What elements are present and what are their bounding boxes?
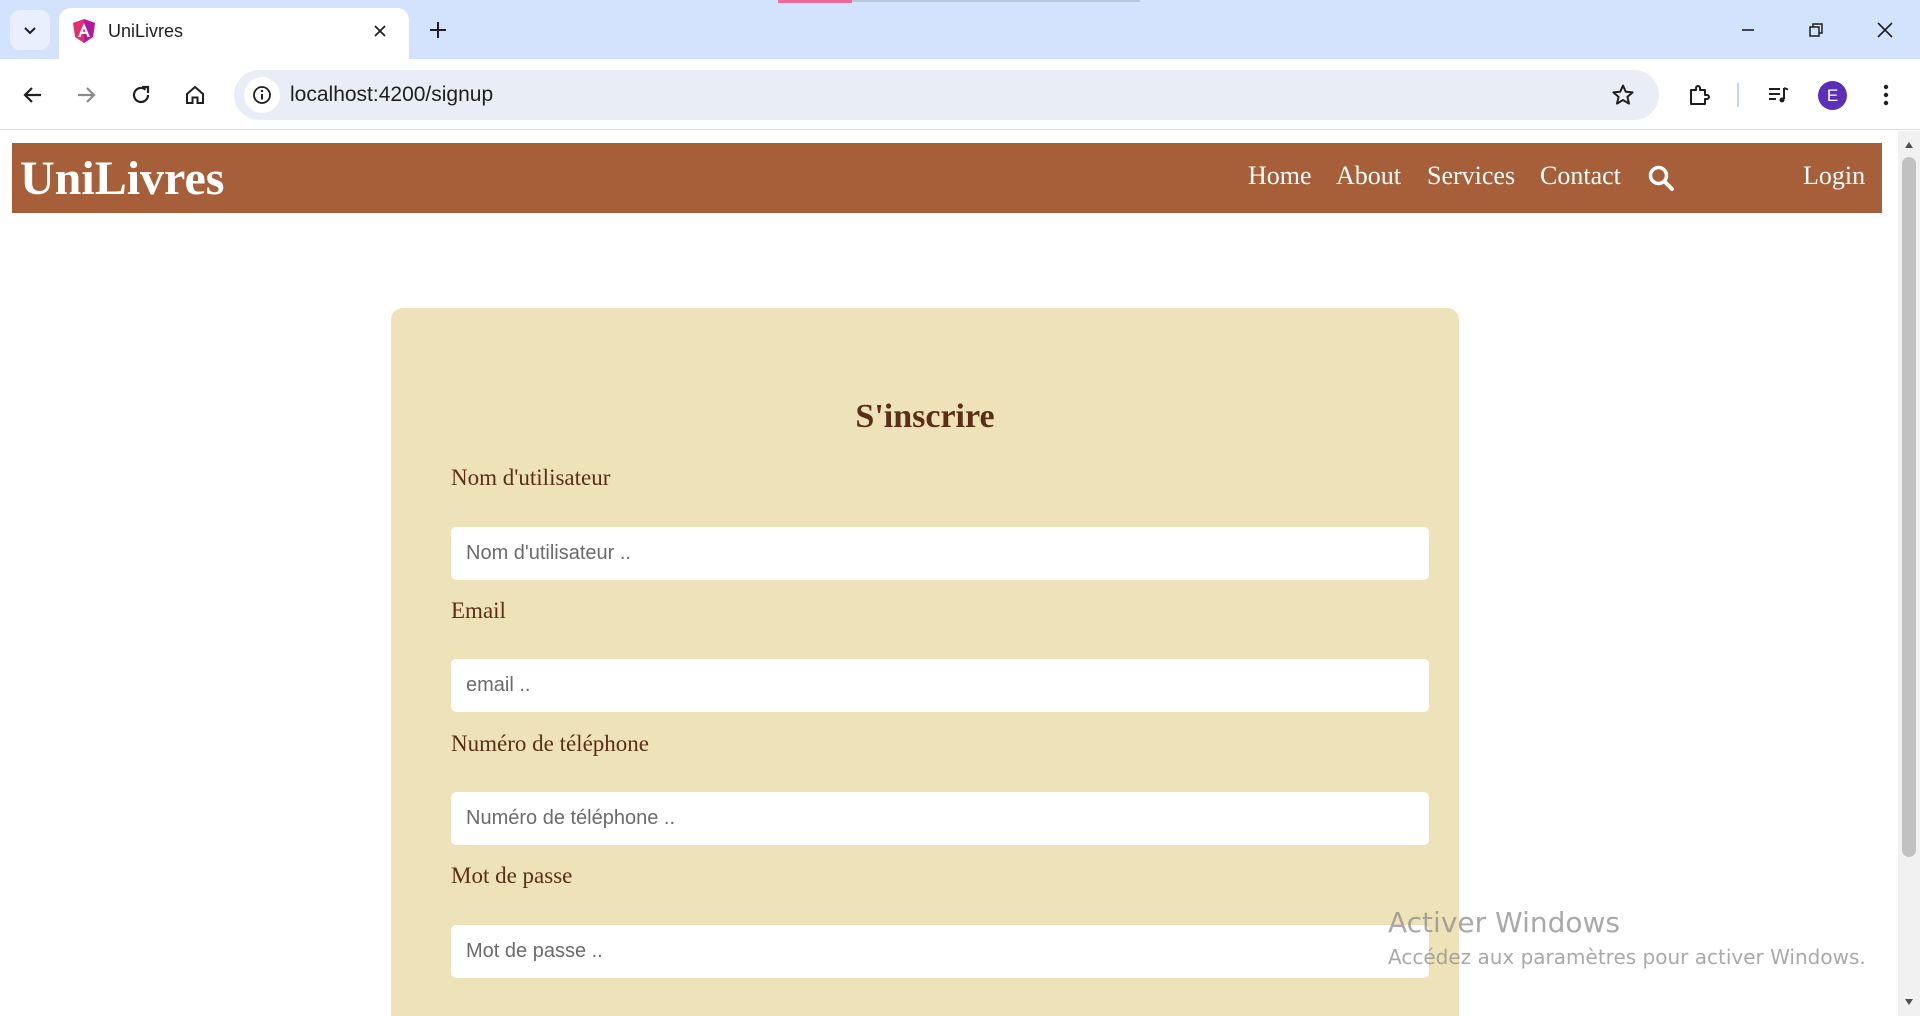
minimize-button[interactable] [1728,10,1768,50]
reload-icon [132,85,150,104]
restore-button[interactable] [1796,10,1836,50]
site-navbar: UniLivres Home About Services Contact Lo… [12,143,1882,213]
site-logo[interactable]: UniLivres [20,151,224,206]
signup-card: S'inscrire Nom d'utilisateur Email Numér… [391,308,1459,1016]
toolbar-divider [1737,83,1739,107]
close-icon [374,25,386,37]
arrow-left-icon [23,87,41,103]
search-icon [1648,165,1674,191]
email-label: Email [451,598,506,623]
bookmark-button[interactable] [1605,77,1641,113]
star-icon [1612,84,1634,105]
triangle-down-icon [1905,999,1913,1005]
tab-title: UniLivres [108,21,184,41]
active-tab[interactable]: UniLivres [59,8,409,59]
tab-search-button[interactable] [10,10,50,50]
url-text[interactable]: localhost:4200/signup [290,83,493,107]
extensions-button[interactable] [1679,75,1719,115]
scroll-down-button[interactable] [1898,992,1920,1012]
site-info-button[interactable] [244,77,280,113]
loading-track [852,0,1140,2]
new-tab-button[interactable] [422,14,454,46]
reload-button[interactable] [121,75,161,115]
browser-toolbar: localhost:4200/signup E [0,59,1920,130]
phone-input[interactable] [451,792,1429,845]
home-button[interactable] [175,75,215,115]
page-viewport: UniLivres Home About Services Contact Lo… [0,131,1898,1016]
nav-login[interactable]: Login [1803,161,1865,191]
menu-button[interactable] [1866,75,1906,115]
phone-label: Numéro de téléphone [451,731,649,756]
back-button[interactable] [13,75,53,115]
nav-contact[interactable]: Contact [1540,161,1621,191]
nav-home[interactable]: Home [1248,161,1312,191]
triangle-up-icon [1905,142,1913,148]
home-icon [186,85,204,104]
tab-close-button[interactable] [366,17,394,45]
chevron-down-icon [24,27,36,35]
nav-about[interactable]: About [1336,161,1401,191]
loading-indicator [778,0,852,3]
address-bar[interactable]: localhost:4200/signup [234,70,1659,120]
profile-avatar[interactable]: E [1818,81,1847,110]
email-input[interactable] [451,659,1429,712]
minimize-icon [1742,29,1754,31]
more-vertical-icon [1883,84,1889,106]
username-label: Nom d'utilisateur [451,465,611,490]
angular-icon [73,19,95,43]
watermark-title: Activer Windows [1388,906,1621,939]
scrollbar-thumb[interactable] [1902,157,1916,857]
info-icon [253,86,271,104]
form-title: S'inscrire [855,398,995,435]
password-label: Mot de passe [451,863,573,888]
tab-strip: UniLivres [0,0,1920,59]
forward-button[interactable] [66,75,106,115]
nav-services[interactable]: Services [1427,161,1515,191]
nav-search-button[interactable] [1644,161,1678,195]
arrow-right-icon [78,87,96,103]
close-window-button[interactable] [1865,10,1905,50]
restore-icon [1809,23,1823,37]
vertical-scrollbar[interactable] [1898,131,1920,1016]
media-controls-button[interactable] [1758,75,1798,115]
watermark-subtitle: Accédez aux paramètres pour activer Wind… [1388,945,1866,969]
queue-music-icon [1769,87,1789,103]
windows-activation-watermark: Activer Windows Accédez aux paramètres p… [1388,906,1866,969]
close-icon [1877,22,1893,38]
scroll-up-button[interactable] [1898,135,1920,155]
puzzle-icon [1690,85,1710,105]
password-input[interactable] [451,925,1429,978]
username-input[interactable] [451,527,1429,580]
plus-icon [430,22,446,38]
